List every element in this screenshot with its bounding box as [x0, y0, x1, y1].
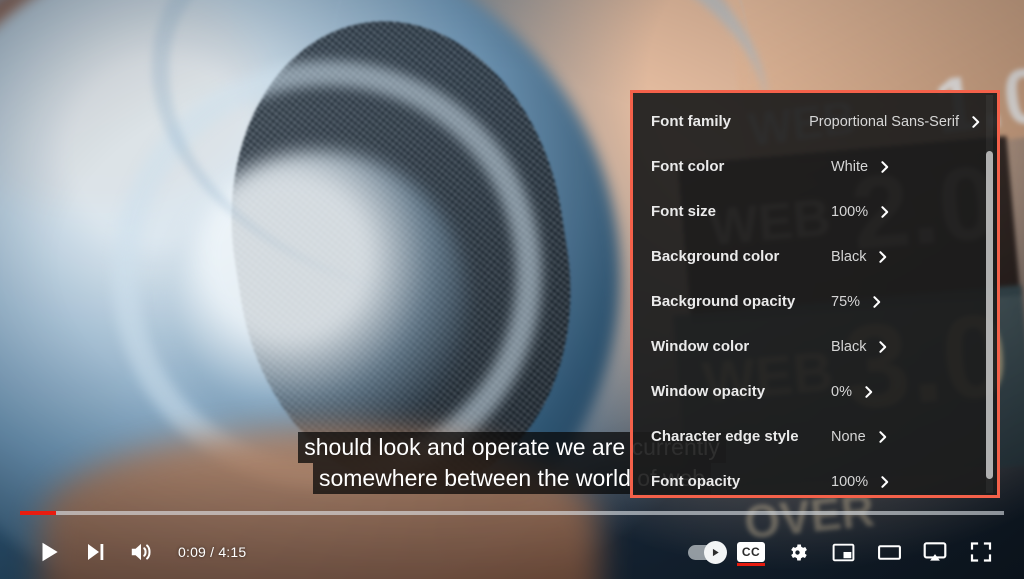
time-display: 0:09 / 4:15	[178, 544, 247, 560]
menu-item-value: 75%	[831, 293, 861, 310]
play-icon	[42, 542, 58, 562]
menu-item-label: Background opacity	[651, 292, 796, 310]
menu-item-label: Background color	[651, 247, 780, 265]
miniplayer-icon	[832, 543, 854, 561]
settings-button[interactable]	[774, 529, 820, 575]
menu-item-font-opacity[interactable]: Font opacity 100%	[633, 459, 997, 495]
chevron-right-icon	[969, 115, 983, 129]
menu-item-value: None	[831, 428, 866, 445]
captions-settings-panel[interactable]: Font family Proportional Sans-Serif Font…	[630, 90, 1000, 498]
menu-item-value: White	[831, 158, 869, 175]
menu-item-label: Character edge style	[651, 427, 799, 445]
cast-icon	[923, 542, 947, 561]
progress-played	[20, 511, 57, 515]
autoplay-knob	[704, 540, 727, 564]
miniplayer-button[interactable]	[820, 529, 866, 575]
cc-label: CC	[741, 545, 761, 559]
menu-item-value: Black	[831, 338, 867, 355]
menu-item-font-color[interactable]: Font color White	[633, 144, 997, 189]
cc-active-indicator	[737, 563, 765, 566]
volume-button[interactable]	[118, 529, 164, 575]
controls-right-group: CC	[682, 529, 1024, 575]
volume-icon	[131, 543, 151, 561]
menu-item-label: Font color	[651, 157, 725, 175]
autoplay-switch[interactable]	[688, 540, 727, 564]
next-icon	[88, 544, 104, 560]
chevron-right-icon	[878, 475, 892, 489]
menu-item-font-size[interactable]: Font size 100%	[633, 189, 997, 234]
menu-item-character-edge-style[interactable]: Character edge style None	[633, 414, 997, 459]
menu-item-label: Font size	[651, 202, 717, 220]
video-player: WEB 1.0 WEB 2.0 WEB 3.0 OVER should look…	[0, 0, 1024, 579]
menu-item-background-color[interactable]: Background color Black	[633, 234, 997, 279]
chevron-right-icon	[876, 430, 890, 444]
menu-item-label: Window opacity	[651, 382, 766, 400]
chevron-right-icon	[862, 385, 876, 399]
menu-item-label: Font opacity	[651, 472, 741, 490]
menu-item-value: 0%	[831, 383, 852, 400]
progress-track[interactable]	[20, 511, 1004, 515]
chevron-right-icon	[878, 205, 892, 219]
autoplay-toggle[interactable]	[682, 529, 728, 575]
subtitles-cc-button[interactable]: CC	[728, 529, 774, 575]
play-small-icon	[712, 548, 719, 556]
theater-icon	[877, 544, 901, 560]
menu-item-window-color[interactable]: Window color Black	[633, 324, 997, 369]
settings-menu-list: Font family Proportional Sans-Serif Font…	[633, 93, 997, 495]
player-controls-bar: 0:09 / 4:15 CC	[0, 505, 1024, 579]
play-button[interactable]	[26, 529, 72, 575]
cc-icon: CC	[737, 542, 765, 562]
controls-row: 0:09 / 4:15 CC	[0, 525, 1024, 579]
chevron-right-icon	[876, 250, 890, 264]
theater-mode-button[interactable]	[866, 529, 912, 575]
menu-item-background-opacity[interactable]: Background opacity 75%	[633, 279, 997, 324]
menu-item-value: Black	[831, 248, 867, 265]
menu-item-value: 100%	[831, 203, 869, 220]
chevron-right-icon	[876, 340, 890, 354]
next-video-button[interactable]	[72, 529, 118, 575]
controls-left-group: 0:09 / 4:15	[0, 529, 246, 575]
panel-scrollbar-thumb[interactable]	[986, 151, 993, 479]
cast-button[interactable]	[912, 529, 958, 575]
gear-icon	[790, 544, 807, 560]
fullscreen-button[interactable]	[958, 529, 1004, 575]
chevron-right-icon	[878, 160, 892, 174]
menu-item-font-family[interactable]: Font family Proportional Sans-Serif	[633, 99, 997, 144]
chevron-right-icon	[870, 295, 884, 309]
menu-item-value: Proportional Sans-Serif	[809, 113, 959, 130]
menu-item-label: Window color	[651, 337, 750, 355]
fullscreen-icon	[970, 542, 992, 562]
menu-item-label: Font family	[651, 112, 732, 130]
progress-bar[interactable]	[20, 511, 1004, 515]
menu-item-window-opacity[interactable]: Window opacity 0%	[633, 369, 997, 414]
menu-item-value: 100%	[831, 473, 869, 490]
